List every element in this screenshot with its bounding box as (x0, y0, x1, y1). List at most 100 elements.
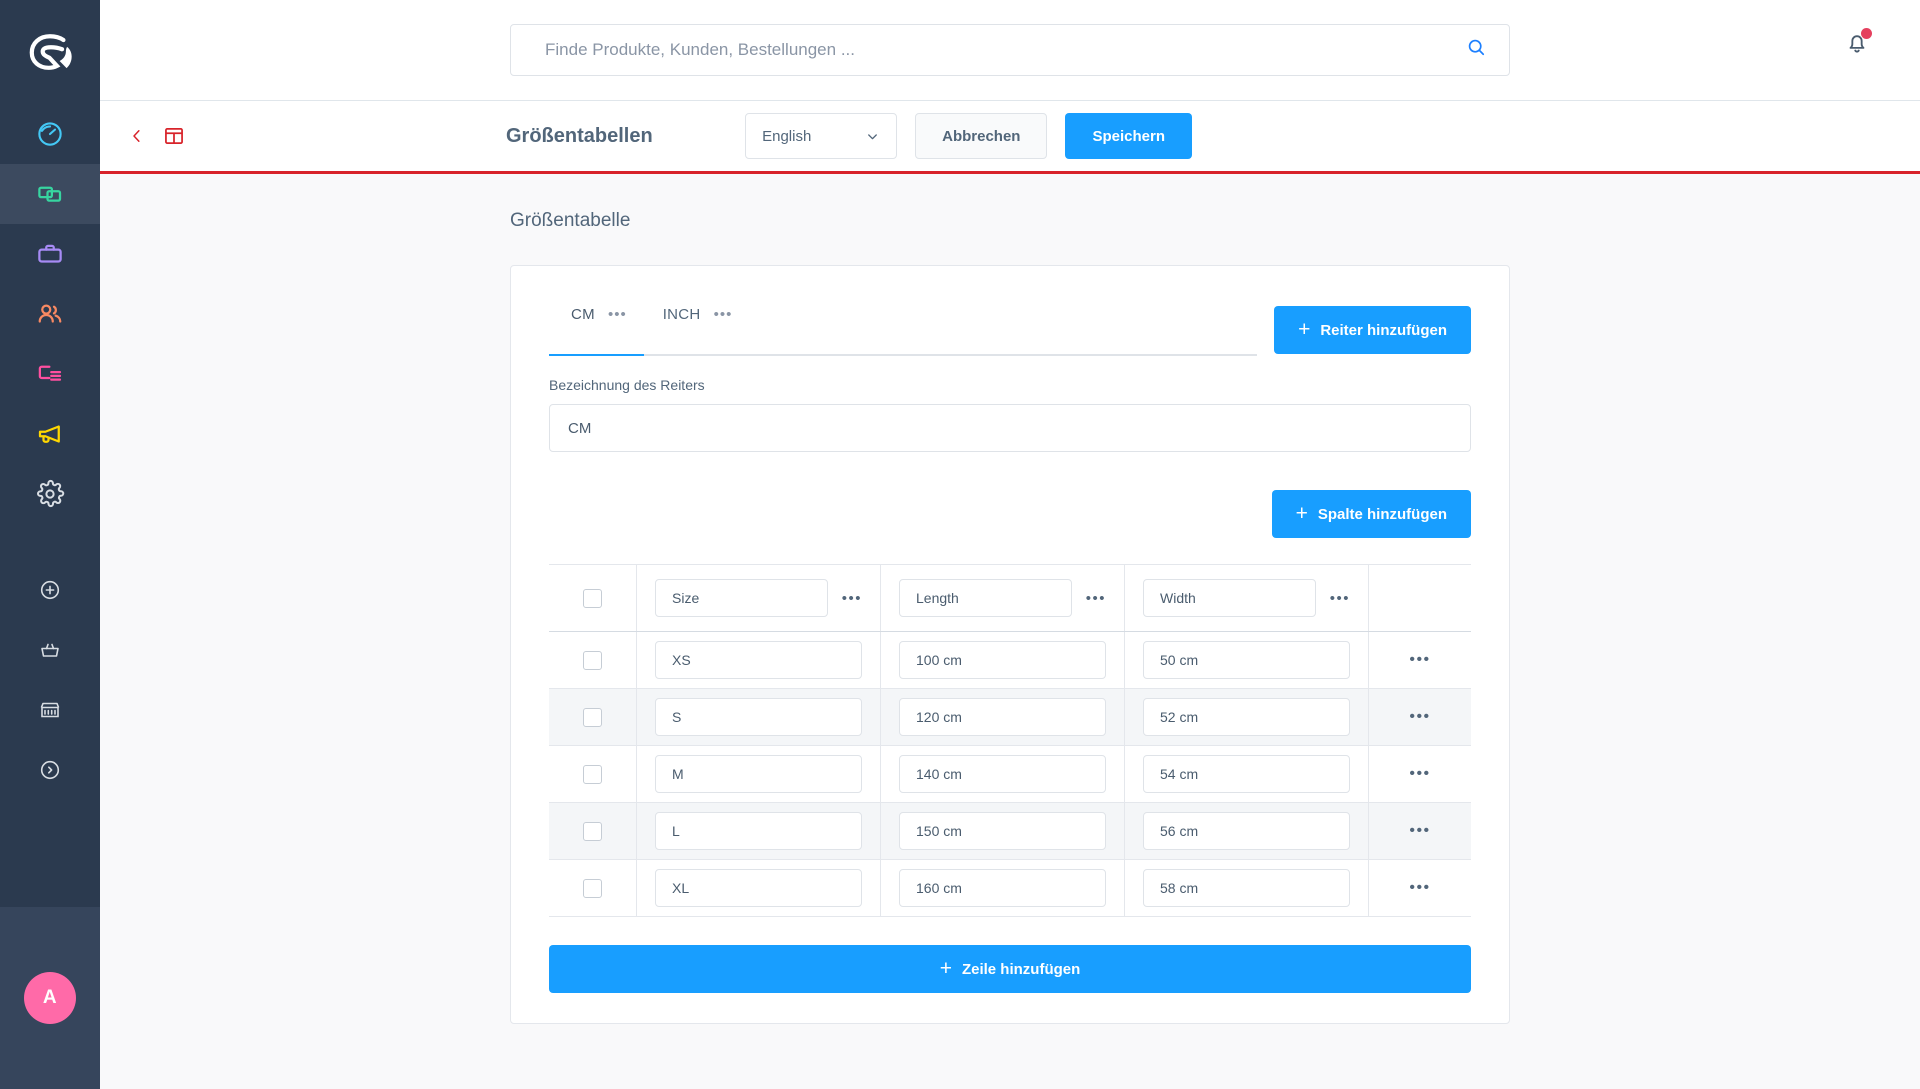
sidebar-item-dashboard[interactable] (0, 104, 100, 164)
add-row-label: Zeile hinzufügen (961, 960, 1081, 978)
users-icon (38, 304, 62, 323)
row-cell-length: 160 cm (881, 860, 1125, 916)
page-title: Größentabellen (506, 124, 653, 147)
column-name-input-size[interactable]: Size (655, 579, 828, 617)
row-select-cell (549, 632, 637, 688)
row-select-cell (549, 689, 637, 745)
add-column-button[interactable]: + Spalte hinzufügen (1271, 490, 1471, 538)
row-checkbox[interactable] (583, 878, 602, 898)
column-name-input-width[interactable]: Width (1143, 579, 1316, 617)
search-icon[interactable] (1466, 37, 1487, 63)
row-input-width[interactable]: 52 cm (1143, 698, 1350, 736)
shopware-logo[interactable] (0, 0, 100, 104)
row-input-length[interactable]: 160 cm (899, 869, 1106, 907)
cancel-button[interactable]: Abbrechen (915, 113, 1048, 159)
sidebar-item-content[interactable] (0, 344, 100, 404)
notification-badge-dot (1861, 28, 1872, 39)
tab-inch-menu-icon[interactable]: ••• (714, 307, 733, 322)
basket-icon (41, 643, 59, 657)
row-input-width[interactable]: 58 cm (1143, 869, 1350, 907)
row-menu-icon[interactable]: ••• (1409, 652, 1430, 668)
row-checkbox[interactable] (583, 707, 602, 727)
row-input-width[interactable]: 50 cm (1143, 641, 1350, 679)
tab-cm-menu-icon[interactable]: ••• (608, 307, 627, 322)
row-menu-icon[interactable]: ••• (1409, 823, 1430, 839)
tabs-underline (549, 354, 1257, 356)
row-checkbox[interactable] (583, 764, 602, 784)
content-inner: Größentabelle CM ••• INCH ••• + Reiter h… (510, 174, 1510, 1024)
size-table: Size ••• Length ••• Width ••• XS 100 cm … (549, 564, 1471, 917)
plus-icon: + (1298, 317, 1311, 341)
row-input-length[interactable]: 100 cm (899, 641, 1106, 679)
row-actions-cell: ••• (1369, 689, 1471, 745)
row-input-size[interactable]: L (655, 812, 862, 850)
row-input-width[interactable]: 54 cm (1143, 755, 1350, 793)
sidebar-item-expand[interactable] (0, 740, 100, 800)
row-cell-size: L (637, 803, 881, 859)
table-row: M 140 cm 54 cm ••• (549, 746, 1471, 803)
add-row-button[interactable]: + Zeile hinzufügen (549, 945, 1471, 993)
column-name-input-length[interactable]: Length (899, 579, 1072, 617)
chevron-down-icon (868, 133, 878, 139)
add-tab-button[interactable]: + Reiter hinzufügen (1274, 306, 1471, 354)
row-select-cell (549, 860, 637, 916)
sidebar-item-extensions[interactable] (0, 620, 100, 680)
row-checkbox[interactable] (583, 821, 602, 841)
row-input-size[interactable]: M (655, 755, 862, 793)
sidebar-item-orders[interactable] (0, 224, 100, 284)
row-input-length[interactable]: 140 cm (899, 755, 1106, 793)
row-cell-length: 120 cm (881, 689, 1125, 745)
sidebar-item-add[interactable] (0, 560, 100, 620)
tabs-active-indicator (549, 354, 644, 356)
column-menu-icon-size[interactable]: ••• (842, 591, 862, 606)
sidebar-item-sales-channel[interactable] (0, 680, 100, 740)
row-cell-width: 52 cm (1125, 689, 1369, 745)
search-input[interactable]: Finde Produkte, Kunden, Bestellungen ... (545, 40, 1466, 60)
sidebar-item-customers[interactable] (0, 284, 100, 344)
tab-inch[interactable]: INCH ••• (663, 306, 733, 343)
main-area: Finde Produkte, Kunden, Bestellungen ... (100, 0, 1920, 1089)
tab-cm[interactable]: CM ••• (571, 306, 627, 343)
plus-circle-icon (40, 580, 60, 600)
row-menu-icon[interactable]: ••• (1409, 880, 1430, 896)
row-checkbox[interactable] (583, 650, 602, 670)
row-input-length[interactable]: 120 cm (899, 698, 1106, 736)
panel-layout-icon (165, 127, 183, 145)
row-input-size[interactable]: XS (655, 641, 862, 679)
table-row: XL 160 cm 58 cm ••• (549, 860, 1471, 917)
row-cell-length: 150 cm (881, 803, 1125, 859)
shopware-logo-icon (29, 34, 72, 70)
tab-name-input[interactable]: CM (549, 404, 1471, 452)
row-input-width[interactable]: 56 cm (1143, 812, 1350, 850)
select-all-checkbox[interactable] (583, 588, 602, 608)
notifications-button[interactable] (1844, 28, 1872, 61)
gauge-icon (38, 122, 62, 146)
sidebar-item-marketing[interactable] (0, 404, 100, 464)
row-actions-cell: ••• (1369, 632, 1471, 688)
row-cell-length: 140 cm (881, 746, 1125, 802)
table-row: L 150 cm 56 cm ••• (549, 803, 1471, 860)
sidebar-item-settings[interactable] (0, 464, 100, 524)
row-cell-width: 56 cm (1125, 803, 1369, 859)
toggle-panel-button[interactable] (163, 125, 185, 147)
save-button[interactable]: Speichern (1065, 113, 1192, 159)
add-tab-label: Reiter hinzufügen (1320, 321, 1447, 339)
row-input-length[interactable]: 150 cm (899, 812, 1106, 850)
sidebar-item-catalogues[interactable] (0, 164, 100, 224)
column-menu-icon-width[interactable]: ••• (1330, 591, 1350, 606)
avatar[interactable]: A (24, 972, 76, 1024)
back-button[interactable] (128, 125, 146, 147)
app-root: A Finde Produkte, Kunden, Bestellungen .… (0, 0, 1920, 1089)
column-menu-icon-length[interactable]: ••• (1086, 591, 1106, 606)
chevron-right-circle-icon (40, 760, 60, 780)
row-cell-length: 100 cm (881, 632, 1125, 688)
language-select[interactable]: English (745, 113, 898, 159)
row-input-size[interactable]: S (655, 698, 862, 736)
row-menu-icon[interactable]: ••• (1409, 766, 1430, 782)
row-input-size[interactable]: XL (655, 869, 862, 907)
topbar: Finde Produkte, Kunden, Bestellungen ... (100, 0, 1920, 101)
row-cell-size: XL (637, 860, 881, 916)
row-menu-icon[interactable]: ••• (1409, 709, 1430, 725)
search-bar[interactable]: Finde Produkte, Kunden, Bestellungen ... (510, 24, 1510, 76)
row-select-cell (549, 803, 637, 859)
